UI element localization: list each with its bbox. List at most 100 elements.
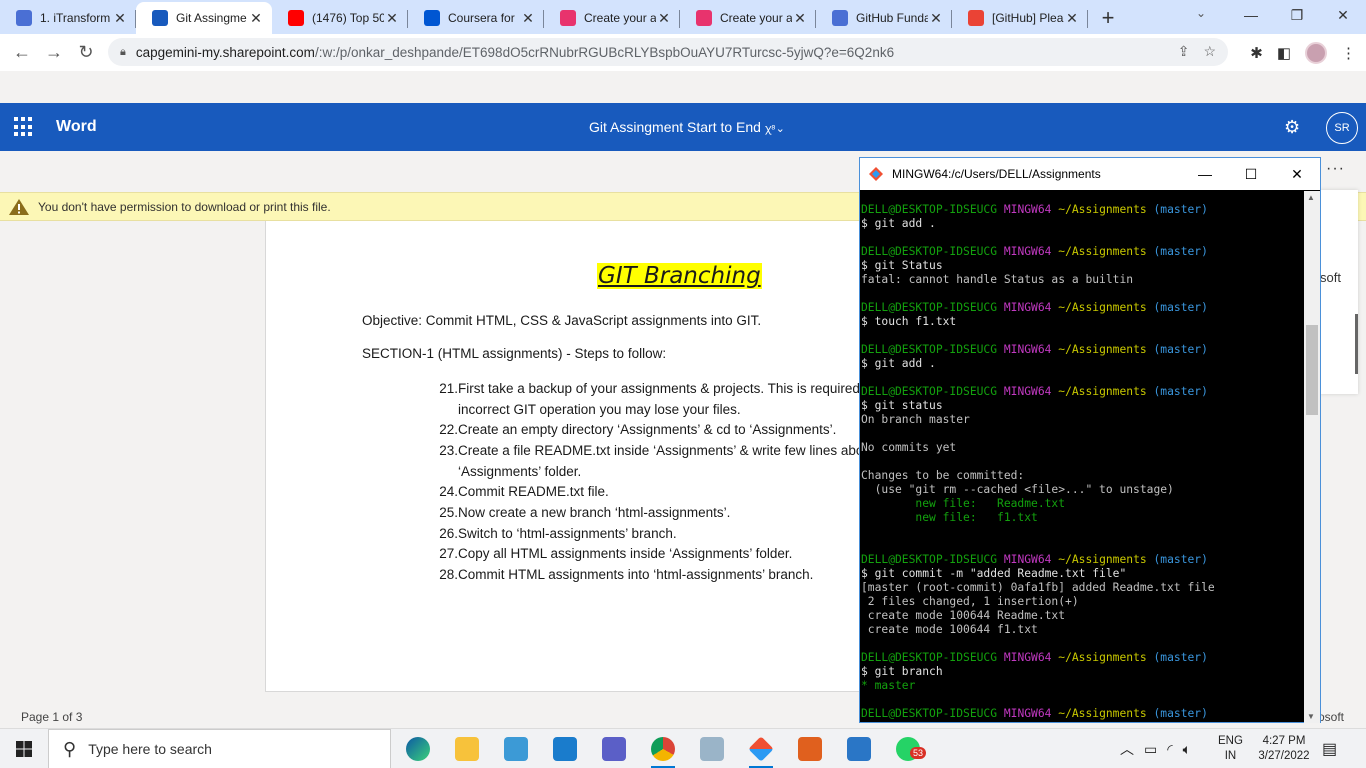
clock-date: 3/27/2022: [1258, 750, 1310, 762]
taskbar-search[interactable]: ⚲ Type here to search: [48, 729, 391, 768]
prompt-path: ~/Assignments: [1058, 385, 1147, 398]
lock-icon[interactable]: 🔒︎: [120, 46, 126, 59]
tab-close-icon[interactable]: ✕: [1064, 10, 1080, 27]
terminal-window[interactable]: MINGW64:/c/Users/DELL/Assignments — ☐ ✕ …: [859, 157, 1321, 723]
terminal-close-icon[interactable]: ✕: [1274, 158, 1320, 190]
edge-app[interactable]: [398, 733, 438, 765]
tab-close-icon[interactable]: ✕: [792, 10, 808, 27]
list-item-text: Switch to ‘html-assignments’ branch.: [458, 525, 677, 541]
document-title[interactable]: Git Assingment Start to End ꭓ⁸⌄: [589, 119, 785, 136]
browser-tab[interactable]: Create your a ✕: [680, 2, 816, 34]
tab-close-icon[interactable]: ✕: [520, 10, 536, 27]
close-icon[interactable]: ✕: [1320, 0, 1366, 30]
terminal-output[interactable]: DELL@DESKTOP-IDSEUCG MINGW64 ~/Assignmen…: [861, 203, 1304, 723]
terminal-minimize-icon[interactable]: —: [1182, 158, 1228, 190]
office-app[interactable]: [790, 733, 830, 765]
network-adapter-icon[interactable]: ▭: [1144, 741, 1157, 758]
settings-gear-icon[interactable]: ⚙: [1284, 117, 1300, 138]
terminal-scroll-thumb[interactable]: [1306, 325, 1318, 415]
list-item-number: 28.: [439, 567, 458, 583]
new-tab-button[interactable]: +: [1088, 2, 1128, 34]
browser-tab[interactable]: (1476) Top 50 ✕: [272, 2, 408, 34]
terminal-line: * master: [861, 679, 1304, 693]
terminal-title-bar[interactable]: MINGW64:/c/Users/DELL/Assignments — ☐ ✕: [860, 158, 1320, 190]
terminal-scrollbar[interactable]: ▲ ▼: [1304, 191, 1320, 723]
reload-icon[interactable]: ↻: [70, 42, 102, 63]
terminal-line: 2 files changed, 1 insertion(+): [861, 595, 1304, 609]
volume-icon[interactable]: 🔈︎: [1183, 741, 1191, 758]
language-top: ENG: [1218, 735, 1243, 747]
share-icon[interactable]: ⇪: [1178, 43, 1190, 60]
notes-app[interactable]: [692, 733, 732, 765]
system-tray: ︿ ▭ ◜ 🔈︎: [1120, 729, 1201, 768]
restore-icon[interactable]: ❐: [1274, 0, 1320, 30]
terminal-text: fatal: cannot handle Status as a builtin: [861, 273, 1134, 286]
git-bash-icon: [869, 167, 883, 181]
tab-close-icon[interactable]: ✕: [928, 10, 944, 27]
teams-app[interactable]: [594, 733, 634, 765]
status-right-text: osoft: [1318, 710, 1345, 724]
package-app[interactable]: [496, 733, 536, 765]
browser-tab[interactable]: Create your a ✕: [544, 2, 680, 34]
browser-tab[interactable]: 1. iTransform ✕: [0, 2, 136, 34]
list-item-text: First take a backup of your assignments …: [458, 380, 860, 396]
vscode-app[interactable]: [545, 733, 585, 765]
more-options-button[interactable]: ···: [1326, 160, 1345, 178]
extensions-icon[interactable]: ✱: [1250, 44, 1263, 62]
tray-chevron-icon[interactable]: ︿: [1120, 739, 1134, 759]
terminal-text: 2 files changed, 1 insertion(+): [861, 595, 1079, 608]
clock[interactable]: 4:27 PM 3/27/2022: [1252, 734, 1316, 764]
profile-avatar[interactable]: [1305, 42, 1327, 64]
scroll-up-icon[interactable]: ▲: [1307, 193, 1315, 202]
bookmark-star-icon[interactable]: ☆: [1203, 43, 1216, 60]
list-item: 26. Switch to ‘html-assignments’ branch.: [430, 523, 863, 544]
minimize-icon[interactable]: —: [1228, 0, 1274, 30]
prompt-branch: (master): [1153, 245, 1208, 258]
tab-close-icon[interactable]: ✕: [384, 10, 400, 27]
tab-search-icon[interactable]: ⌄: [1196, 6, 1206, 20]
prompt-user: DELL@DESKTOP-IDSEUCG: [861, 343, 998, 356]
prompt-path: ~/Assignments: [1058, 203, 1147, 216]
search-icon: ⚲: [63, 738, 77, 759]
terminal-maximize-icon[interactable]: ☐: [1228, 158, 1274, 190]
list-item-text: Commit README.txt file.: [458, 484, 609, 500]
wifi-icon[interactable]: ◜: [1167, 741, 1172, 758]
tab-close-icon[interactable]: ✕: [112, 10, 128, 27]
app-launcher-icon[interactable]: [14, 117, 34, 137]
list-item-number: 27.: [439, 546, 458, 562]
terminal-line: $ git commit -m "added Readme.txt file": [861, 567, 1304, 581]
back-icon[interactable]: ←: [6, 42, 38, 63]
prompt-user: DELL@DESKTOP-IDSEUCG: [861, 301, 998, 314]
terminal-line: (use "git rm --cached <file>..." to unst…: [861, 483, 1304, 497]
list-item: incorrect GIT operation you may lose you…: [430, 399, 863, 420]
prompt-branch: (master): [1153, 203, 1208, 216]
app-name[interactable]: Word: [56, 118, 97, 136]
whatsapp-app[interactable]: 53: [888, 733, 928, 765]
browser-tab[interactable]: [GitHub] Plea ✕: [952, 2, 1088, 34]
vscode-icon: [553, 737, 577, 761]
scroll-down-icon[interactable]: ▼: [1307, 712, 1315, 721]
user-avatar[interactable]: SR: [1326, 112, 1358, 144]
terminal-text: new file: Readme.txt: [861, 497, 1066, 510]
side-panel-icon[interactable]: ◧: [1277, 44, 1291, 62]
browser-menu-icon[interactable]: ⋮: [1341, 44, 1356, 62]
browser-tab[interactable]: Git Assingme ✕: [136, 2, 272, 34]
browser-tab[interactable]: GitHub Funda ✕: [816, 2, 952, 34]
chrome-app[interactable]: [643, 733, 683, 768]
package-icon: [504, 737, 528, 761]
browser-tab[interactable]: Coursera for ✕: [408, 2, 544, 34]
whatsapp-badge: 53: [910, 747, 927, 759]
forward-icon[interactable]: →: [38, 42, 70, 63]
address-bar[interactable]: 🔒︎ capgemini-my.sharepoint.com/:w:/p/onk…: [108, 38, 1228, 66]
start-button[interactable]: [0, 729, 48, 768]
tab-close-icon[interactable]: ✕: [248, 10, 264, 27]
side-panel-scrollbar[interactable]: [1355, 314, 1358, 374]
tab-close-icon[interactable]: ✕: [656, 10, 672, 27]
terminal-line: Changes to be committed:: [861, 469, 1304, 483]
file-explorer-app[interactable]: [447, 733, 487, 765]
notification-icon[interactable]: ▤: [1322, 739, 1337, 759]
git-bash-app[interactable]: [741, 733, 781, 768]
photos-app[interactable]: [839, 733, 879, 765]
language-indicator[interactable]: ENG IN: [1218, 734, 1243, 764]
